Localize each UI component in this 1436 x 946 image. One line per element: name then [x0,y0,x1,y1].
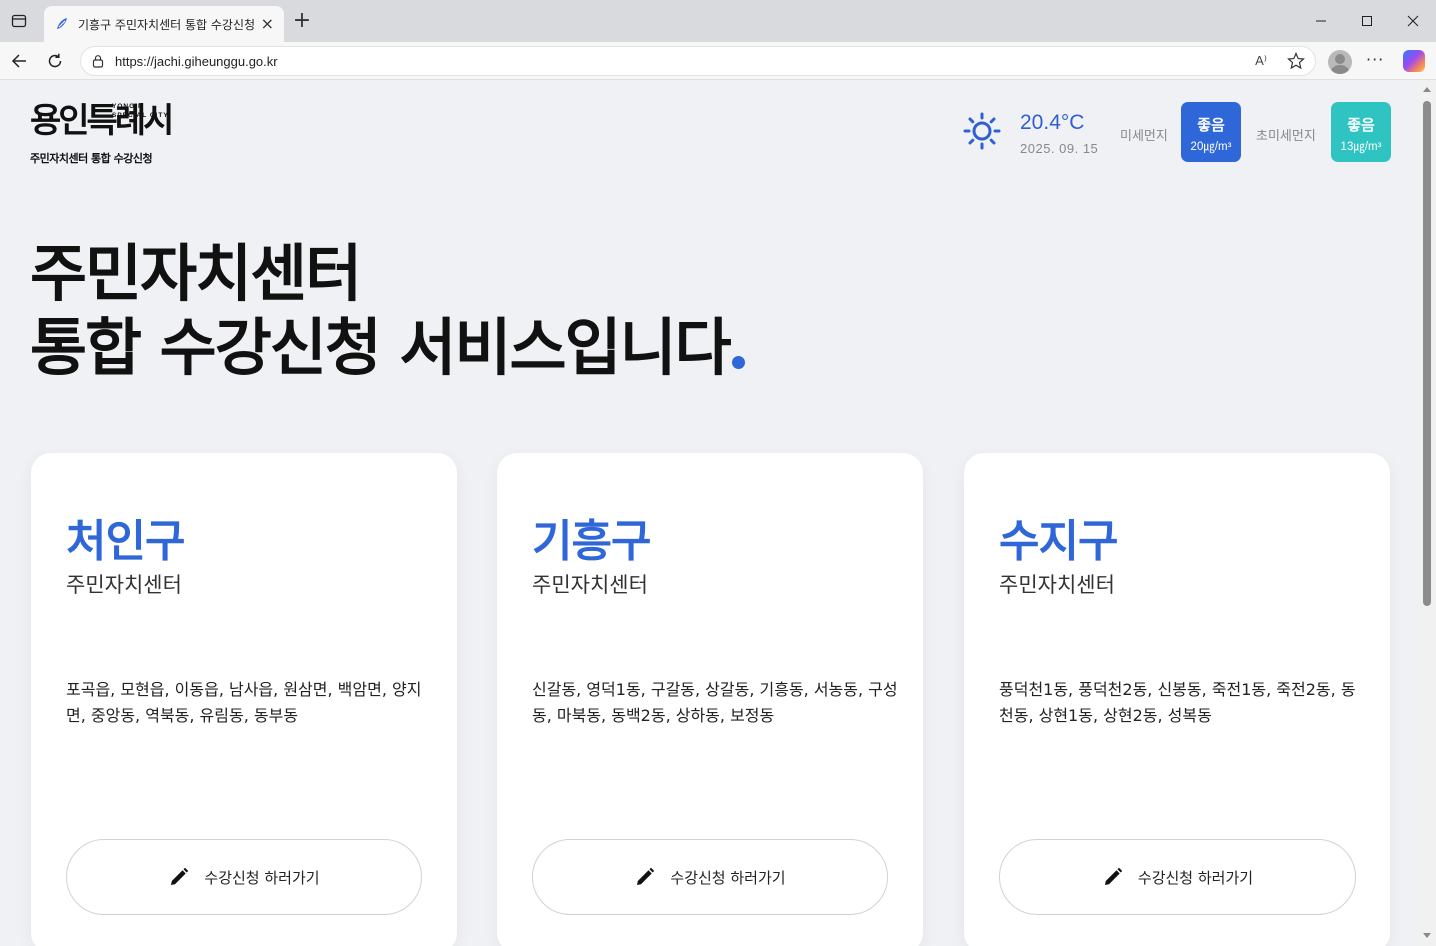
address-bar[interactable]: https://jachi.giheunggu.go.kr A⁾ [80,46,1316,76]
close-window-icon[interactable] [1398,8,1428,34]
reload-icon[interactable] [44,50,66,72]
browser-toolbar: https://jachi.giheunggu.go.kr A⁾ ··· [0,42,1436,80]
page-content: 용인특례시 YONGIN SPECIAL CITY 주민자치센터 통합 수강신청 … [0,81,1418,946]
scrollbar-thumb[interactable] [1423,101,1431,606]
pencil-icon [1104,867,1123,885]
district-name: 수지구 [999,516,1118,567]
maximize-icon[interactable] [1352,8,1382,34]
site-logo[interactable]: 용인특례시 YONGIN SPECIAL CITY 주민자치센터 통합 수강신청 [30,99,190,167]
site-favicon-icon [57,18,67,29]
district-subtitle: 주민자치센터 [66,573,182,597]
pm10-label: 미세먼지 [1120,129,1168,144]
page-scrollbar[interactable] [1418,81,1436,946]
read-aloud-icon[interactable]: A⁾ [1255,53,1267,69]
hero-heading: 주민자치센터 통합 수강신청 서비스입니다 [30,237,745,385]
new-tab-button[interactable]: + [290,10,314,34]
apply-button-cheoin[interactable]: 수강신청 하러가기 [66,839,422,915]
pm25-status-badge: 좋음 13㎍/m³ [1331,102,1391,162]
tab-title: 기흥구 주민자치센터 통합 수강신청 [78,17,255,32]
apply-button-label: 수강신청 하러가기 [204,868,320,887]
weather-date: 2025. 09. 15 [1020,141,1099,156]
pm10-status-badge: 좋음 20㎍/m³ [1181,102,1241,162]
weather-widget: 20.4°C 2025. 09. 15 [962,109,1102,159]
apply-button-giheung[interactable]: 수강신청 하러가기 [532,839,888,915]
apply-button-label: 수강신청 하러가기 [670,868,786,887]
apply-button-label: 수강신청 하러가기 [1137,868,1254,887]
district-card-cheoin: 처인구 주민자치센터 포곡읍, 모현읍, 이동읍, 남사읍, 원삼면, 백암면,… [31,453,457,946]
scroll-up-arrow-icon[interactable] [1423,87,1431,92]
district-subtitle: 주민자치센터 [999,573,1115,597]
hero-accent-dot [731,356,745,369]
district-name: 처인구 [66,516,185,567]
district-name: 기흥구 [532,516,651,567]
dong-list: 풍덕천1동, 풍덕천2동, 신봉동, 죽전1동, 죽전2동, 동천동, 상현1동… [999,680,1356,725]
more-menu-icon[interactable]: ··· [1366,50,1384,69]
tab-actions-icon[interactable] [8,10,30,32]
profile-avatar[interactable] [1328,50,1352,74]
browser-tab[interactable]: 기흥구 주민자치센터 통합 수강신청 × [44,6,284,42]
district-card-suji: 수지구 주민자치센터 풍덕천1동, 풍덕천2동, 신봉동, 죽전1동, 죽전2동… [964,453,1390,946]
url-text[interactable]: https://jachi.giheunggu.go.kr [115,54,278,69]
pencil-icon [637,867,655,885]
pm10-grade: 좋음 [1197,116,1225,134]
dong-list: 포곡읍, 모현읍, 이동읍, 남사읍, 원삼면, 백암면, 양지면, 중앙동, … [66,680,422,725]
minimize-icon[interactable] [1306,8,1336,34]
lock-icon[interactable] [91,54,105,68]
apply-button-suji[interactable]: 수강신청 하러가기 [999,839,1356,915]
back-arrow-icon[interactable] [8,50,30,72]
favorite-star-icon[interactable] [1287,52,1305,70]
hero-line-2: 통합 수강신청 서비스입니다 [30,311,745,385]
copilot-icon[interactable] [1403,50,1425,72]
dong-list: 신갈동, 영덕1동, 구갈동, 상갈동, 기흥동, 서농동, 구성동, 마북동,… [532,680,898,725]
district-card-giheung: 기흥구 주민자치센터 신갈동, 영덕1동, 구갈동, 상갈동, 기흥동, 서농동… [497,453,923,946]
district-subtitle: 주민자치센터 [532,573,648,597]
pencil-icon [171,867,189,885]
scroll-down-arrow-icon[interactable] [1423,933,1431,938]
sun-icon [963,112,1001,150]
temperature: 20.4°C [1020,111,1085,134]
tab-close-icon[interactable]: × [261,16,274,32]
logo-english-text: YONGIN SPECIAL CITY [112,103,169,119]
pm10-value: 20㎍/m³ [1190,141,1232,153]
pm25-label: 초미세먼지 [1256,129,1316,144]
logo-subtitle: 주민자치센터 통합 수강신청 [30,152,153,165]
pm25-value: 13㎍/m³ [1340,141,1382,153]
pm25-grade: 좋음 [1347,116,1375,134]
browser-tab-strip: 기흥구 주민자치센터 통합 수강신청 × + [0,0,1436,42]
hero-line-1: 주민자치센터 [30,237,362,310]
